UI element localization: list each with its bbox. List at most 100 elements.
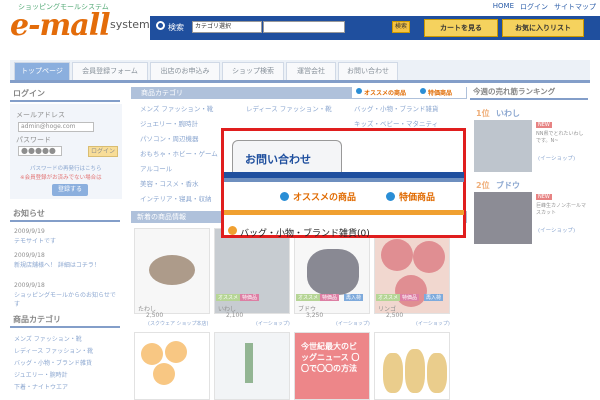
product-image-tawashi[interactable] — [134, 228, 210, 314]
center-category-item[interactable]: パソコン・周辺機器 — [140, 133, 199, 143]
badge-recommend: オススメ — [376, 294, 401, 301]
center-category-item[interactable]: バッグ・小物・ブランド雑貨 — [354, 103, 439, 113]
nav-underline — [10, 80, 590, 83]
favorites-button[interactable]: お気に入りリスト — [502, 19, 584, 37]
center-category-item[interactable]: ジュエリー・腕時計 — [140, 118, 198, 128]
tab-register[interactable]: 会員登録フォーム — [72, 62, 148, 80]
category-select[interactable]: カテゴリ選択 — [192, 21, 262, 33]
top-links: HOME ログイン サイトマップ — [400, 2, 600, 12]
left-category-title: 商品カテゴリ — [10, 314, 120, 328]
product-shop-link[interactable]: (イーショップ) — [336, 320, 370, 327]
recommend-link[interactable]: オススメの商品 — [364, 88, 406, 97]
rank-1-shop-link[interactable]: (イーショップ) — [538, 154, 575, 162]
product-image-plant[interactable] — [214, 332, 290, 400]
news-link[interactable]: ショッピングモールからのお知らせです — [14, 290, 120, 308]
rank-2-desc: 巨峰生カノンホールマスカット — [536, 203, 587, 216]
bullet-icon — [228, 226, 237, 235]
search-icon — [156, 21, 165, 30]
news-link[interactable]: テモサイトです — [14, 236, 56, 245]
arrow-icon — [356, 88, 362, 94]
product-image-pineapple[interactable] — [374, 332, 450, 400]
badge-restock: 再入荷 — [344, 294, 364, 301]
badge-restock: 再入荷 — [424, 294, 444, 301]
left-category-item[interactable]: レディース ファッション・靴 — [14, 346, 93, 355]
password-label: パスワード — [16, 136, 51, 144]
center-category-item[interactable]: メンズ ファッション・靴 — [140, 103, 213, 113]
logo[interactable]: e-mall — [10, 8, 111, 43]
center-category-item[interactable]: 美容・コスメ・香水 — [140, 178, 199, 188]
arrow-icon — [420, 88, 426, 94]
login-link[interactable]: ログイン — [520, 2, 548, 12]
forgot-password-link[interactable]: パスワードの再発行はこちら — [30, 164, 102, 172]
left-category-item[interactable]: バッグ・小物・ブランド雑貨 — [14, 358, 92, 367]
rank-1-desc: NN県でとれたいわしです。N~ — [536, 131, 584, 144]
ranking-title: 今週の売れ筋ランキング — [470, 86, 588, 100]
new-badge: NEW — [536, 194, 552, 200]
arrow-icon — [386, 192, 395, 201]
rank-1-label: 1位 — [476, 109, 490, 118]
tab-shop-search[interactable]: ショップ検索 — [222, 62, 284, 80]
rank-2-name[interactable]: ブドウ — [496, 180, 520, 191]
badge-recommend: オススメ — [296, 294, 321, 301]
center-category-item[interactable]: アルコール — [140, 163, 172, 173]
rank-1-image[interactable] — [474, 120, 532, 172]
product-banner[interactable]: 今世紀最大のビッグニュース 〇〇で〇〇の方法 — [294, 332, 370, 400]
rank-2-image[interactable] — [474, 192, 532, 244]
left-category-item[interactable]: 下着・ナイトウエア — [14, 382, 68, 391]
badge-special: 特価品 — [320, 294, 340, 301]
product-price: 2,500 — [386, 312, 404, 319]
tab-top[interactable]: トップページ — [14, 62, 70, 80]
password-field[interactable]: ●●●●● — [18, 146, 62, 156]
email-field[interactable]: admin@hoge.com — [18, 122, 94, 132]
category-item-zoom[interactable]: バッグ・小物・ブランド雑貨(0) — [240, 226, 370, 239]
product-shop-link[interactable]: (スクウェア ショップ本店) — [148, 320, 209, 327]
tab-open-shop[interactable]: 出店のお申込み — [150, 62, 220, 80]
arrow-icon — [280, 192, 289, 201]
left-category-item[interactable]: ジュエリー・腕時計 — [14, 370, 68, 379]
center-category-item[interactable]: キッズ・ベビー・マタニティ — [354, 118, 438, 128]
recommend-link-zoom[interactable]: オススメの商品 — [293, 190, 356, 203]
register-button[interactable]: 登録する — [52, 184, 88, 196]
login-button[interactable]: ログイン — [88, 146, 118, 157]
special-price-link-zoom[interactable]: 特価商品 — [399, 190, 435, 203]
search-input[interactable] — [263, 21, 345, 33]
rank-2-shop-link[interactable]: (イーショップ) — [538, 226, 575, 234]
left-category-item[interactable]: メンズ ファッション・靴 — [14, 334, 82, 343]
special-price-link[interactable]: 特価商品 — [428, 88, 452, 97]
product-image-apple[interactable] — [374, 228, 450, 314]
callout-nav-band-light — [224, 178, 464, 182]
center-category-item[interactable]: レディース ファッション・靴 — [246, 103, 332, 113]
logo-system-text: system — [110, 18, 150, 31]
new-badge: NEW — [536, 122, 552, 128]
badge-special: 特価品 — [240, 294, 260, 301]
rank-2-label: 2位 — [476, 181, 490, 190]
badge-recommend: オススメ — [216, 294, 241, 301]
product-shop-link[interactable]: (イーショップ) — [416, 320, 450, 327]
product-shop-link[interactable]: (イーショップ) — [256, 320, 290, 327]
product-image-orange[interactable] — [134, 332, 210, 400]
product-price: 2,500 — [146, 312, 164, 319]
news-title: お知らせ — [10, 208, 120, 222]
news-link[interactable]: 新規店舗様へ！ 詳細はコチラ！ — [14, 260, 118, 269]
home-link[interactable]: HOME — [493, 2, 514, 12]
search-label: 検索 — [168, 23, 184, 32]
product-image-grape[interactable] — [294, 228, 370, 314]
search-button[interactable]: 検索 — [392, 21, 410, 33]
register-note: ※会員登録がお済みでない場合は — [20, 175, 102, 181]
center-category-item[interactable]: インテリア・寝具・収納 — [140, 193, 212, 203]
product-price: 3,250 — [306, 312, 324, 319]
badge-special: 特価品 — [400, 294, 420, 301]
product-image-iwashi[interactable] — [214, 228, 290, 314]
news-date: 2009/9/18 — [14, 282, 45, 289]
sitemap-link[interactable]: サイトマップ — [554, 2, 596, 12]
news-date: 2009/9/19 — [14, 228, 45, 235]
tab-company[interactable]: 運営会社 — [286, 62, 336, 80]
cart-button[interactable]: カートを見る — [424, 19, 498, 37]
rank-1-name[interactable]: いわし — [496, 108, 520, 119]
contact-tab-zoom[interactable]: お問い合わせ — [232, 140, 342, 174]
tab-contact[interactable]: お問い合わせ — [338, 62, 398, 80]
login-title: ログイン — [10, 88, 120, 102]
news-date: 2009/9/18 — [14, 252, 45, 259]
callout-stripe — [224, 210, 464, 215]
center-category-item[interactable]: おもちゃ・ホビー・ゲーム — [140, 148, 218, 158]
